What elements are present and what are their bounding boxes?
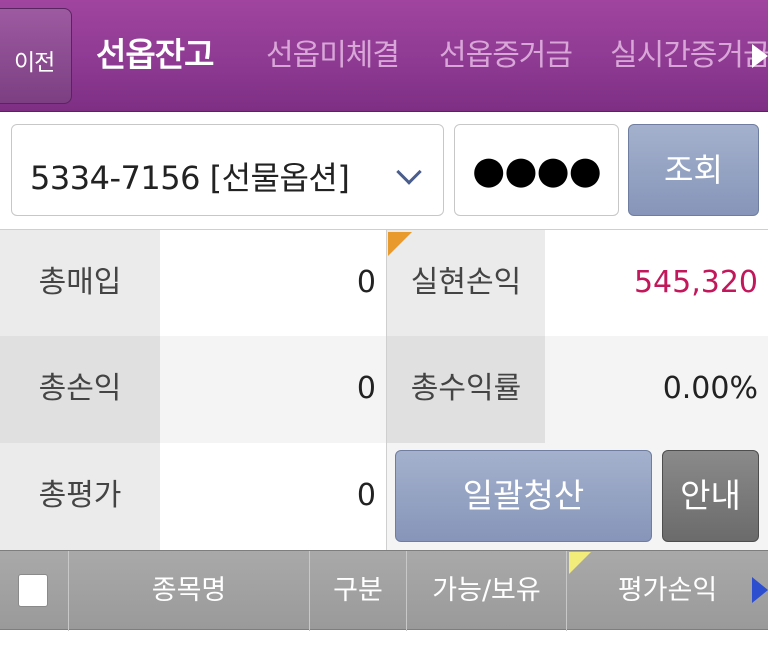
total-pl-value: 0 [160, 336, 386, 443]
back-button[interactable]: 이전 [0, 8, 72, 104]
select-all-checkbox[interactable] [18, 574, 48, 607]
total-buy-value: 0 [160, 230, 386, 336]
tab-futures-options-margin[interactable]: 선옵증거금 [439, 30, 573, 74]
total-pl-label: 총손익 [0, 336, 160, 443]
account-selection-row: 5334-7156 [선물옵션] ●●●● 조회 [0, 112, 768, 230]
positions-table-header: 종목명 구분 가능/보유 평가손익 [0, 550, 768, 631]
total-buy-label: 총매입 [0, 230, 160, 336]
tab-futures-options-balance[interactable]: 선옵잔고 [96, 28, 214, 76]
column-header-name[interactable]: 종목명 [69, 551, 310, 631]
column-header-available-holding[interactable]: 가능/보유 [407, 551, 567, 631]
column-corner-marker-icon [569, 552, 591, 574]
account-dropdown[interactable]: 5334-7156 [선물옵션] [11, 124, 444, 216]
tabs-scroll-right-icon[interactable] [752, 44, 768, 68]
column-header-type[interactable]: 구분 [310, 551, 407, 631]
columns-scroll-right-icon[interactable] [752, 577, 768, 603]
total-return-label: 총수익률 [387, 336, 545, 443]
corner-marker-icon [388, 232, 412, 256]
total-return-value: 0.00% [545, 336, 768, 443]
grid-divider [386, 230, 387, 550]
password-field[interactable]: ●●●● [454, 124, 619, 216]
liquidate-all-button[interactable]: 일괄청산 [395, 450, 652, 542]
chevron-down-icon [396, 159, 422, 185]
select-all-cell [0, 551, 69, 631]
realized-pl-value: 545,320 [545, 230, 768, 336]
account-dropdown-value: 5334-7156 [선물옵션] [30, 159, 350, 197]
query-button[interactable]: 조회 [628, 124, 759, 216]
guide-button[interactable]: 안내 [662, 450, 759, 542]
top-navigation-bar: 이전 선옵잔고 선옵미체결 선옵증거금 실시간증거금 [0, 0, 768, 112]
total-eval-value: 0 [160, 443, 386, 550]
back-button-label: 이전 [14, 50, 55, 76]
tab-realtime-margin[interactable]: 실시간증거금 [610, 30, 768, 74]
total-eval-label: 총평가 [0, 443, 160, 550]
column-header-eval-pl[interactable]: 평가손익 [567, 551, 768, 631]
tab-futures-options-unfilled[interactable]: 선옵미체결 [266, 30, 400, 74]
